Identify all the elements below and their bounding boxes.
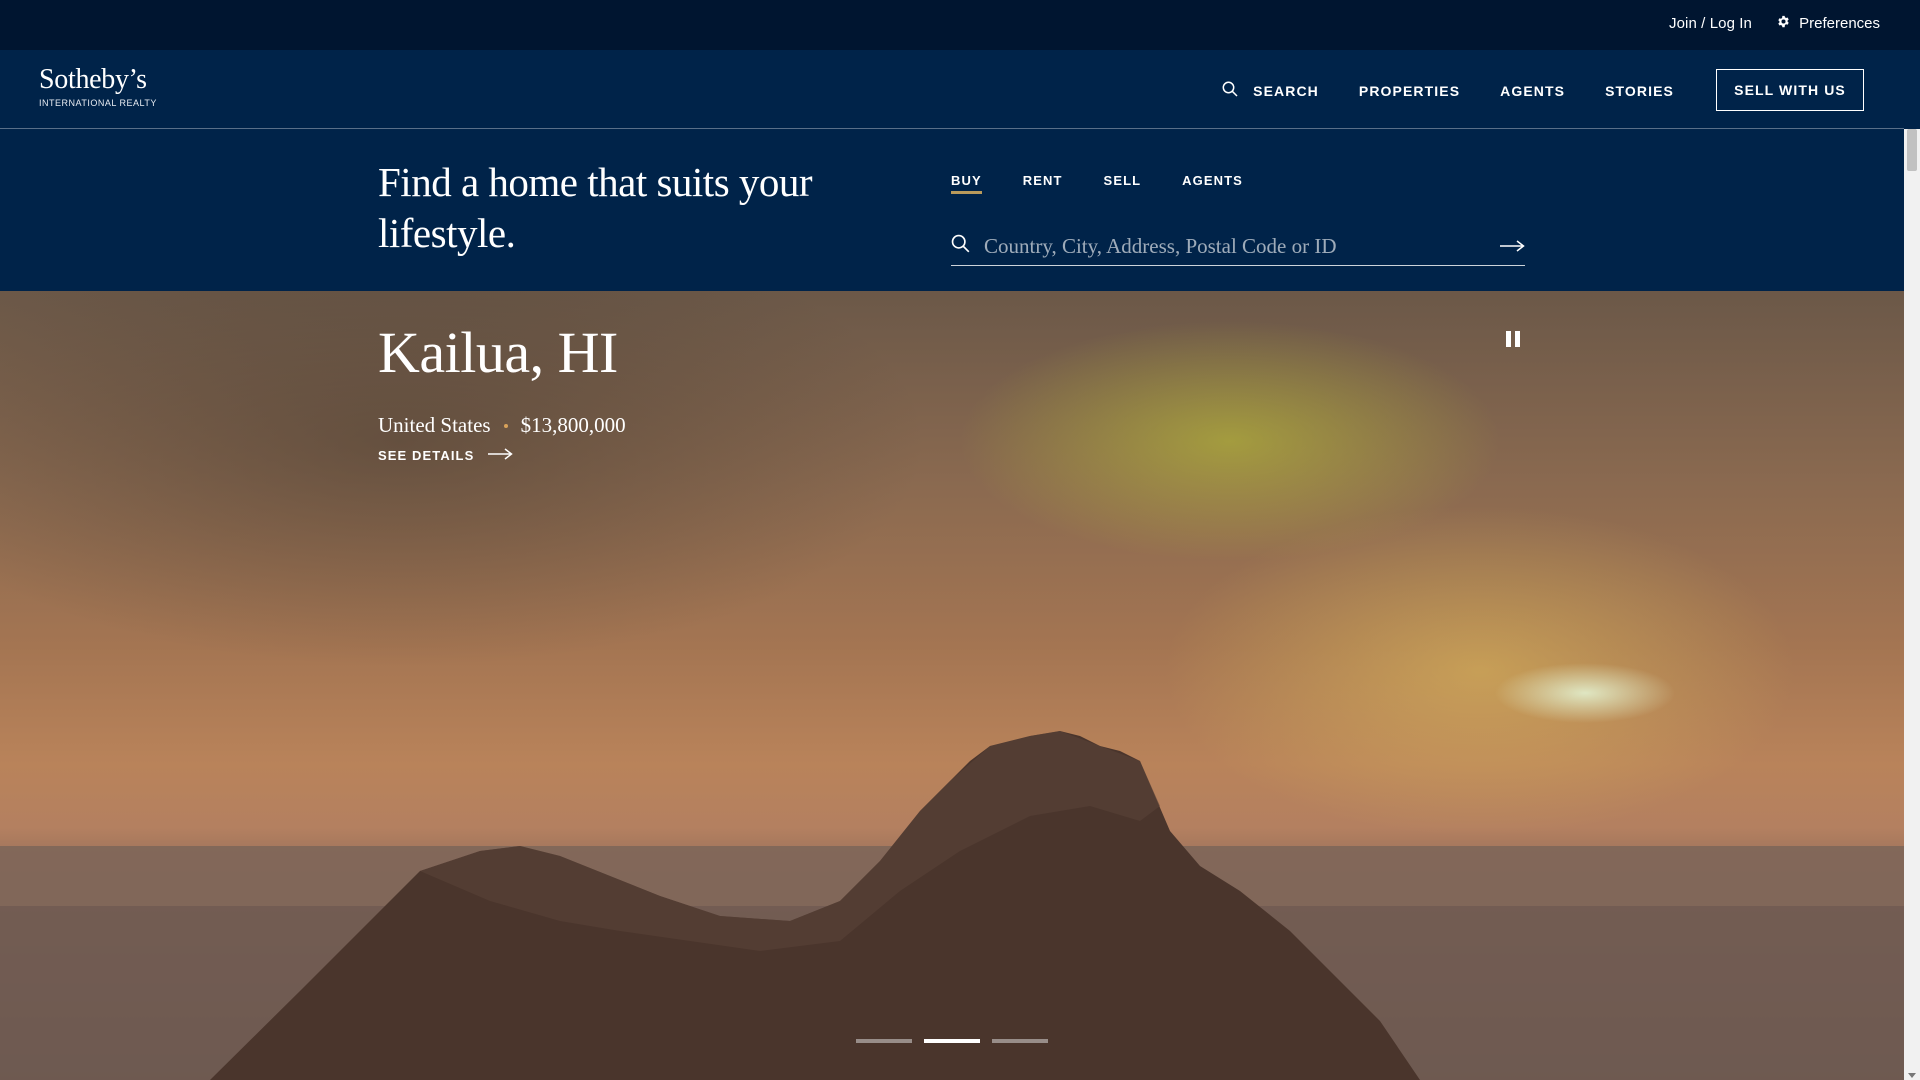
search-icon bbox=[951, 234, 970, 258]
nav-search-label: SEARCH bbox=[1253, 82, 1319, 99]
pause-icon-bar bbox=[1506, 331, 1511, 347]
slide-indicators bbox=[856, 1039, 1048, 1043]
nav-agents[interactable]: AGENTS bbox=[1500, 83, 1565, 99]
tab-rent[interactable]: RENT bbox=[1023, 173, 1063, 194]
arrow-right-icon bbox=[488, 448, 514, 463]
logo-name: Sotheby’s bbox=[39, 64, 147, 95]
main-nav: Sotheby’s INTERNATIONAL REALTY SEARCH PR… bbox=[0, 50, 1904, 129]
finder-tabs: BUY RENT SELL AGENTS bbox=[951, 173, 1284, 194]
utility-bar: Join / Log In Preferences bbox=[0, 0, 1920, 50]
pause-icon-bar bbox=[1515, 331, 1520, 347]
tab-agents[interactable]: AGENTS bbox=[1182, 173, 1243, 194]
hero-caption: Kailua, HI United States $13,800,000 SEE… bbox=[378, 320, 626, 464]
scrollbar-thumb[interactable] bbox=[1907, 129, 1917, 171]
search-submit-arrow-icon[interactable] bbox=[1500, 240, 1525, 252]
pause-slideshow-button[interactable] bbox=[1506, 331, 1520, 347]
join-login-link[interactable]: Join / Log In bbox=[1669, 15, 1752, 32]
home-finder: Find a home that suits your lifestyle. B… bbox=[0, 129, 1904, 291]
separator-dot bbox=[503, 423, 508, 428]
listing-price: $13,800,000 bbox=[520, 413, 626, 437]
page-scrollbar[interactable] bbox=[1904, 129, 1920, 1080]
tab-buy[interactable]: BUY bbox=[951, 173, 982, 194]
sothebys-logo[interactable]: Sotheby’s INTERNATIONAL REALTY bbox=[39, 64, 157, 109]
listing-meta: United States $13,800,000 bbox=[378, 413, 626, 438]
logo-subtitle: INTERNATIONAL REALTY bbox=[39, 98, 157, 108]
nav-stories[interactable]: STORIES bbox=[1605, 83, 1674, 99]
nav-properties[interactable]: PROPERTIES bbox=[1359, 83, 1460, 99]
slide-indicator-1[interactable] bbox=[856, 1039, 912, 1043]
finder-headline: Find a home that suits your lifestyle. bbox=[378, 159, 813, 256]
tab-sell[interactable]: SELL bbox=[1104, 173, 1142, 194]
nav-search[interactable]: SEARCH bbox=[1222, 81, 1319, 100]
slide-indicator-3[interactable] bbox=[992, 1039, 1048, 1043]
scroll-down-arrow-icon[interactable] bbox=[1908, 1073, 1916, 1078]
see-details-link[interactable]: SEE DETAILS bbox=[378, 448, 626, 463]
preferences-label: Preferences bbox=[1799, 15, 1880, 32]
nav-links: SEARCH PROPERTIES AGENTS STORIES bbox=[1182, 81, 1674, 100]
slide-indicator-2[interactable] bbox=[924, 1039, 980, 1043]
listing-country: United States bbox=[378, 413, 491, 437]
preferences-link[interactable]: Preferences bbox=[1777, 15, 1880, 32]
hero-slideshow: Kailua, HI United States $13,800,000 SEE… bbox=[0, 291, 1904, 1080]
search-icon bbox=[1222, 81, 1253, 100]
finder-search bbox=[951, 227, 1525, 266]
sell-with-us-button[interactable]: SELL WITH US bbox=[1716, 69, 1864, 111]
gear-icon bbox=[1777, 15, 1790, 32]
location-search-input[interactable] bbox=[984, 233, 1500, 259]
see-details-label: SEE DETAILS bbox=[378, 448, 475, 463]
hero-landscape-image bbox=[0, 731, 1904, 1080]
listing-city: Kailua, HI bbox=[378, 320, 618, 385]
